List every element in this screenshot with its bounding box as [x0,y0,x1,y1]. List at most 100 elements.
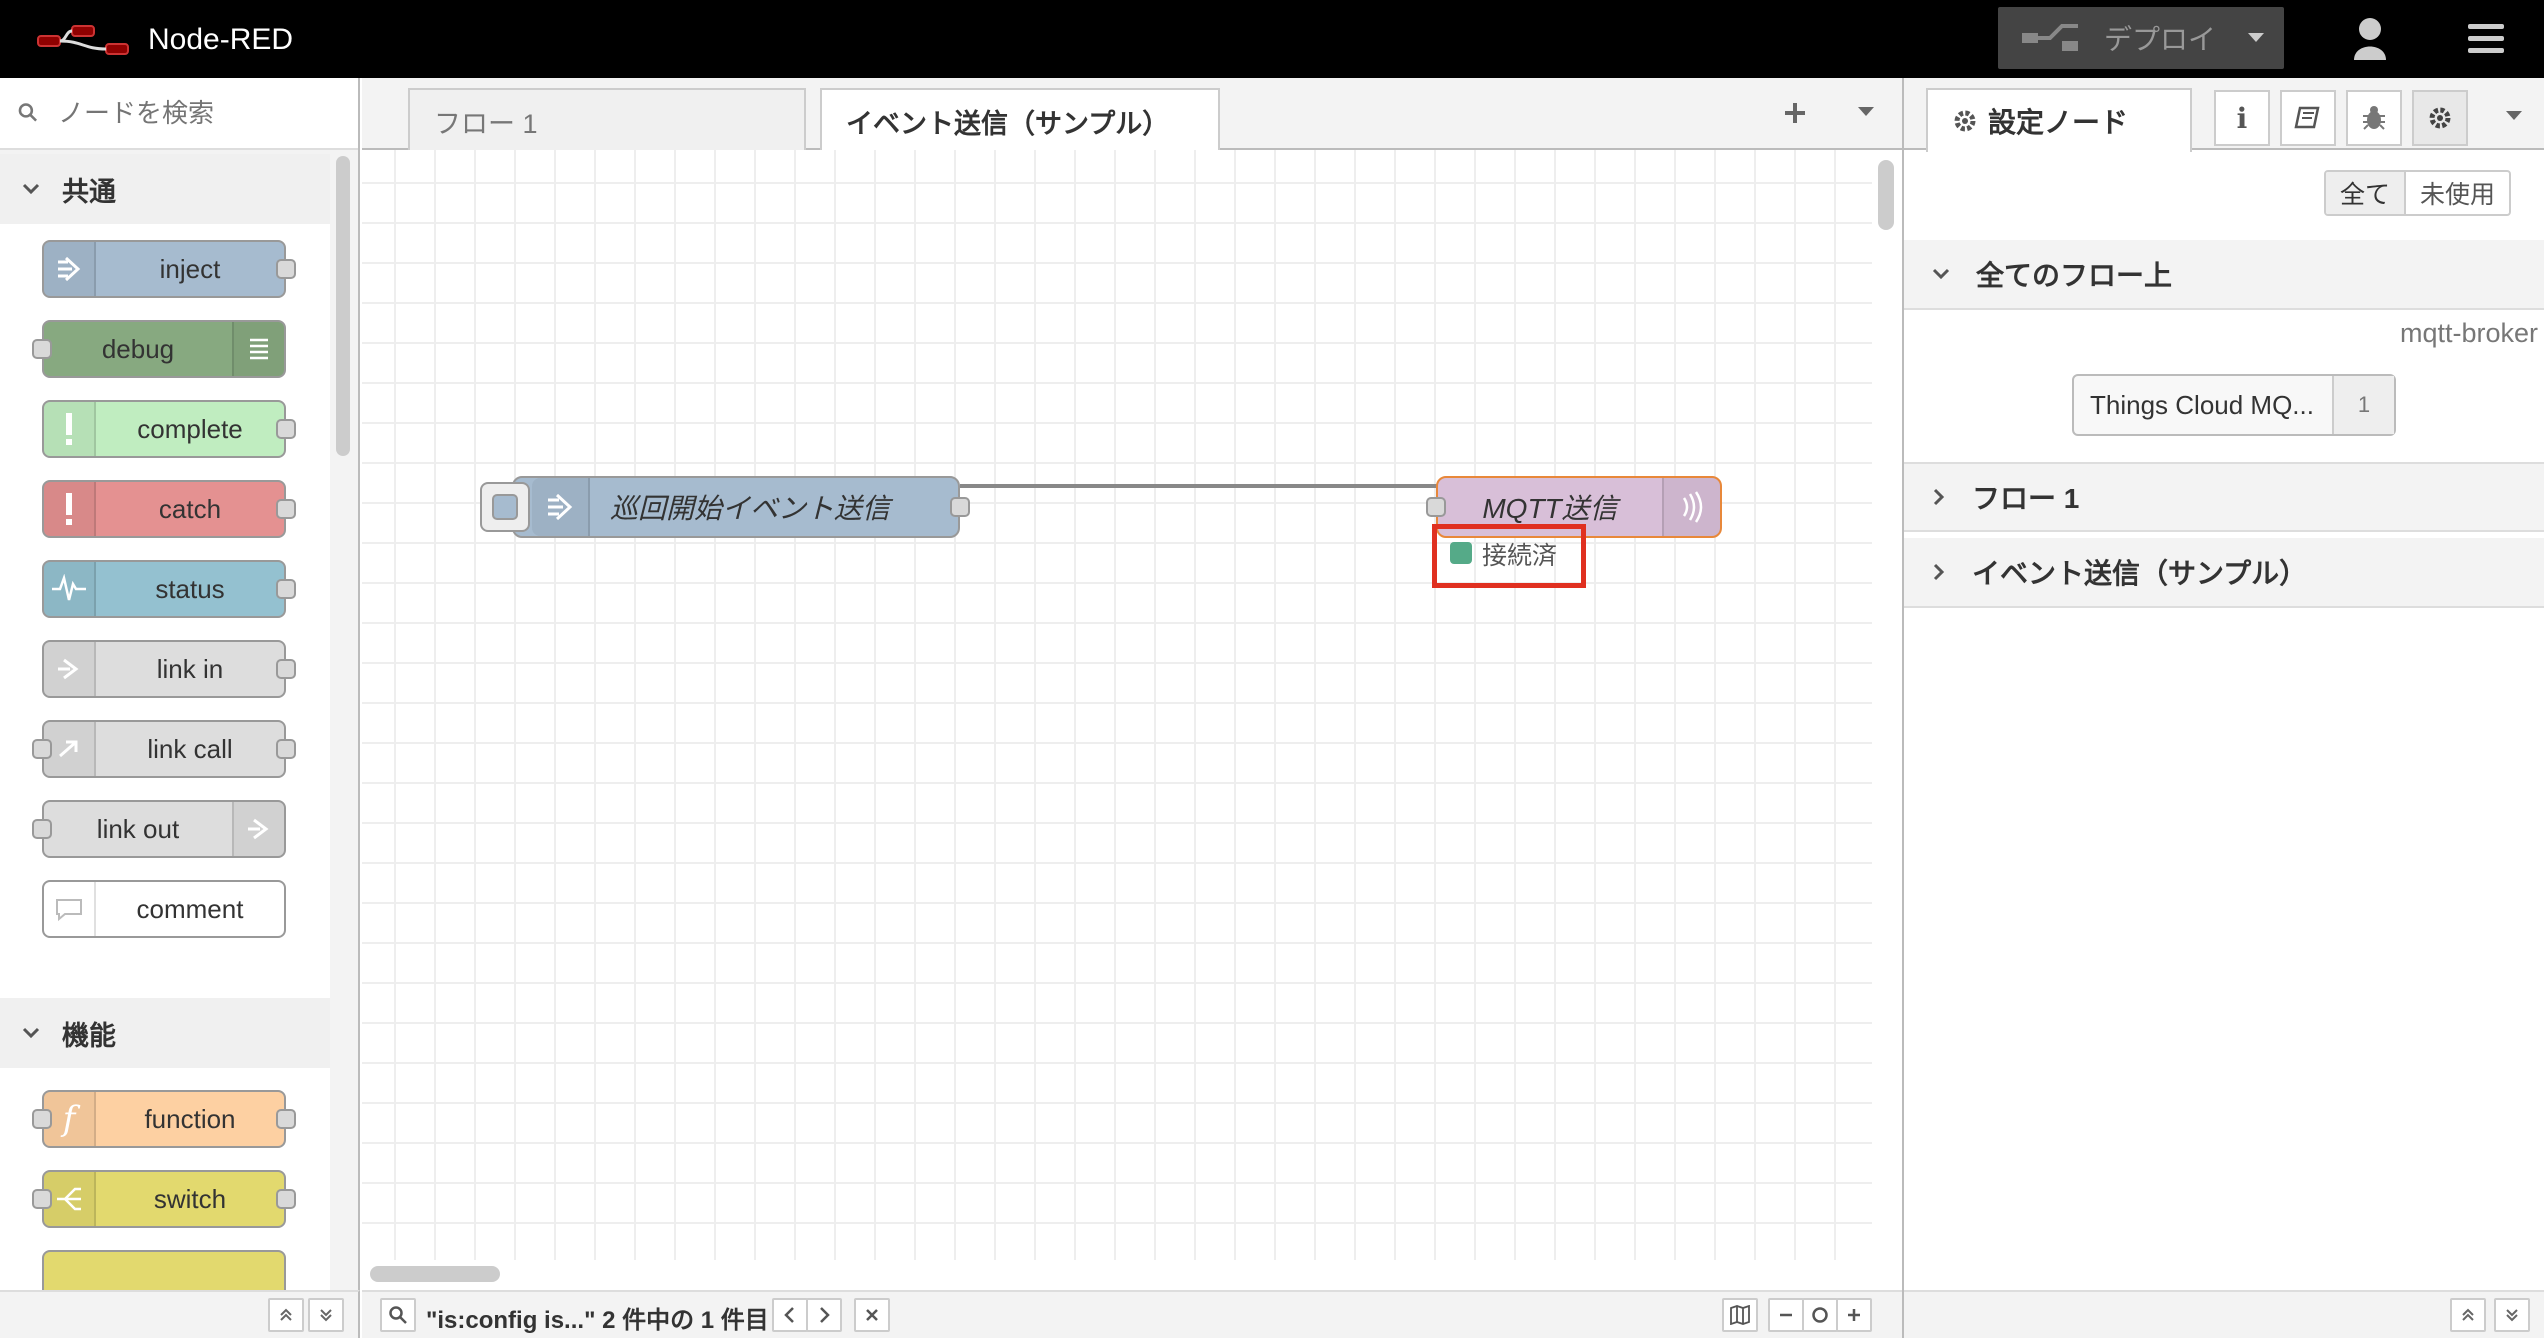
palette-node-inject[interactable]: inject [42,240,296,298]
palette-node-function[interactable]: f function [32,1090,296,1148]
output-port[interactable] [276,419,296,439]
flow-node-inject[interactable]: 巡回開始イベント送信 [480,476,970,538]
main-menu-button[interactable] [2458,16,2514,62]
close-search-button[interactable] [854,1298,890,1332]
palette-node-status[interactable]: status [42,560,296,618]
palette-footer [0,1290,360,1338]
book-icon [2294,106,2320,129]
hamburger-menu-icon [2468,24,2504,53]
palette-scrollbar[interactable] [336,156,350,456]
palette-search [0,78,358,150]
palette-category-common[interactable]: 共通 [0,154,330,224]
deploy-button[interactable]: デプロイ [1998,7,2284,69]
output-port[interactable] [950,497,970,517]
tab-flow-1[interactable]: フロー 1 [408,88,806,152]
double-chevron-down-icon [2506,1309,2518,1322]
palette-node-catch[interactable]: catch [42,480,296,538]
section-label: 全てのフロー上 [1976,260,2173,291]
palette-node-label: status [155,573,225,604]
output-port[interactable] [276,259,296,279]
output-port[interactable] [276,739,296,759]
inject-icon [44,242,96,296]
zoom-out-button[interactable] [1768,1298,1804,1332]
config-node-mqtt-broker[interactable]: Things Cloud MQ... 1 [2072,374,2396,436]
palette-category-function[interactable]: 機能 [0,998,330,1068]
palette-node-link-call[interactable]: link call [32,720,296,778]
palette-search-input[interactable] [58,97,358,129]
output-port[interactable] [276,1109,296,1129]
bug-icon [2363,106,2385,130]
canvas-vertical-scrollbar[interactable] [1878,160,1894,230]
config-node-label: Things Cloud MQ... [2090,389,2314,420]
palette-node-switch[interactable]: switch [32,1170,296,1228]
input-port[interactable] [32,1189,52,1209]
tab-help[interactable] [2280,90,2336,146]
add-flow-button[interactable] [1782,96,1808,135]
bridge-signal-icon [1662,478,1720,536]
collapse-all-button[interactable] [268,1298,304,1332]
zoom-in-button[interactable] [1836,1298,1872,1332]
tab-info[interactable]: i [2214,90,2270,146]
header-bar: Node-RED デプロイ [0,0,2544,78]
output-port[interactable] [276,499,296,519]
minus-icon [1780,1313,1792,1317]
circle-icon [1812,1307,1828,1323]
filter-unused-button[interactable]: 未使用 [2406,172,2509,214]
pulse-icon [44,562,96,616]
zoom-reset-button[interactable] [1802,1298,1838,1332]
section-all-flows[interactable]: 全てのフロー上 [1904,240,2544,310]
output-port[interactable] [276,659,296,679]
map-icon [1730,1305,1750,1325]
sidebar: 設定ノード i 全て 未使用 全てのフロー上 mqtt-broker Thing… [1902,78,2544,1338]
tab-config[interactable] [2412,90,2468,146]
input-port[interactable] [32,819,52,839]
collapse-all-button[interactable] [2450,1298,2486,1332]
input-port[interactable] [32,339,52,359]
palette-node-comment[interactable]: comment [42,880,286,938]
expand-all-button[interactable] [2494,1298,2530,1332]
output-port[interactable] [276,579,296,599]
palette-node-link-in[interactable]: link in [42,640,296,698]
input-port[interactable] [1426,497,1446,517]
palette-node-debug[interactable]: debug [32,320,286,378]
navigator-button[interactable] [1722,1298,1758,1332]
status-text: 接続済 [1482,542,1558,570]
palette-category-label: 共通 [62,176,116,207]
caret-down-icon[interactable] [2504,108,2524,122]
status-indicator [1450,542,1472,564]
palette-node-label: link out [96,813,180,844]
palette-node-complete[interactable]: complete [42,400,296,458]
plus-icon [1785,103,1805,123]
inject-trigger-button[interactable] [480,482,530,532]
expand-all-button[interactable] [308,1298,344,1332]
inject-icon [532,478,590,536]
gear-icon [2429,107,2451,129]
input-port[interactable] [32,739,52,759]
palette-node-link-out[interactable]: link out [32,800,286,858]
exclamation-icon [44,482,96,536]
search-button[interactable] [380,1298,416,1332]
tab-config-nodes[interactable]: 設定ノード [1926,88,2192,152]
filter-all-button[interactable]: 全て [2326,172,2407,214]
debug-list-icon [232,322,284,376]
flow-canvas[interactable]: 巡回開始イベント送信 MQTT送信 接続済 [362,150,1872,1260]
user-icon [2354,18,2386,60]
wire[interactable] [960,484,1444,488]
search-icon [389,1306,407,1324]
tab-event-send[interactable]: イベント送信（サンプル） [820,88,1220,152]
tab-debug[interactable] [2346,90,2402,146]
user-menu-button[interactable] [2340,16,2400,62]
caret-down-icon[interactable] [2246,27,2266,47]
palette-node-partial[interactable] [42,1250,286,1290]
canvas-horizontal-scrollbar[interactable] [370,1266,500,1282]
chevron-right-icon [1933,563,1945,581]
input-port[interactable] [32,1109,52,1129]
next-result-button[interactable] [806,1298,842,1332]
tab-list-menu-button[interactable] [1856,104,1876,123]
config-type-label: mqtt-broker [2399,318,2538,348]
output-port[interactable] [276,1189,296,1209]
previous-result-button[interactable] [772,1298,808,1332]
section-flow-1[interactable]: フロー 1 [1904,462,2544,532]
palette-node-label: inject [159,253,221,284]
section-event-send[interactable]: イベント送信（サンプル） [1904,538,2544,608]
